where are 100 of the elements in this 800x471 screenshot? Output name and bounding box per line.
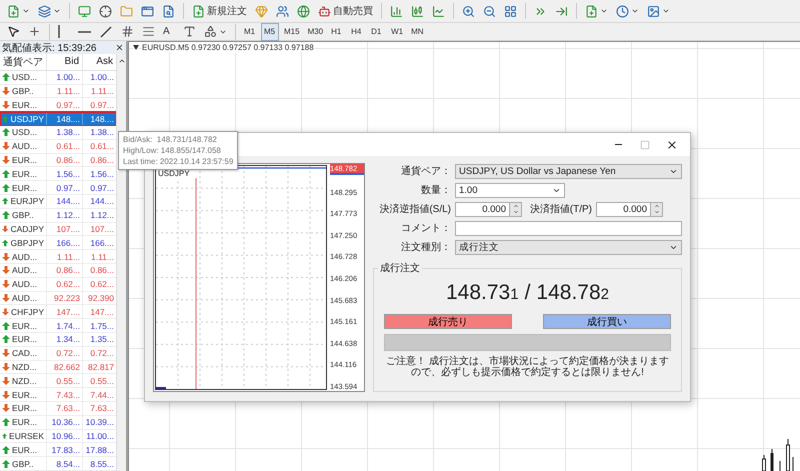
line-chart-icon (432, 4, 445, 18)
symbol-row[interactable]: CHFJPY 147.... 147.... (0, 305, 116, 320)
table-cell: 0.86... (47, 154, 83, 166)
timeframe-button[interactable]: D1 (368, 22, 386, 40)
symbol-row[interactable]: GBP.. 8.54... 8.55... (0, 457, 116, 471)
field-label: 決済逆指値(S/L) (378, 202, 451, 216)
auto-trading-button[interactable]: 自動売買 (315, 2, 376, 20)
table-cell: 92.223 (47, 292, 83, 304)
group-title: 成行注文 (379, 262, 421, 275)
shapes-icon (204, 25, 217, 38)
symbol-row[interactable]: AUD... 0.61... 0.61... (0, 140, 116, 154)
symbol-row[interactable]: USD... 1.38... 1.38... (0, 126, 116, 140)
symbol-row[interactable]: EUR... 1.74... 1.75... (0, 319, 116, 334)
take-profit-field[interactable]: 0.000 (596, 202, 651, 216)
symbol-row[interactable]: AUD... 0.86... 0.86... (0, 264, 116, 278)
symbol-row[interactable]: AUD... 0.62... 0.62... (0, 278, 116, 292)
symbol-row[interactable]: EUR... 10.36... 10.39... (0, 416, 116, 430)
symbol-name: EURSEK (9, 431, 44, 441)
symbol-row[interactable]: NZD... 0.55... 0.55... (0, 374, 116, 388)
symbol-row[interactable]: EUR... 17.83... 17.88... (0, 443, 116, 458)
symbol-row[interactable]: EUR... 7.63... 7.63... (0, 402, 116, 416)
table-cell: 1.34... (47, 333, 83, 346)
symbol-row[interactable]: CADJPY 107.... 107.... (0, 222, 116, 236)
timeframe-button[interactable]: MN (408, 22, 427, 40)
symbol-select[interactable]: USDJPY, US Dollar vs Japanese Yen (455, 164, 682, 178)
caret-icon (53, 7, 61, 15)
spin-button[interactable] (510, 202, 522, 216)
stop-loss-field[interactable]: 0.000 (455, 202, 510, 216)
symbol-row[interactable]: GBP.. 1.11... 1.11... (0, 84, 116, 98)
symbol-name: EUR... (12, 390, 38, 400)
symbol-row[interactable]: GBPJPY 166.... 166.... (0, 236, 116, 250)
tile-icon (504, 4, 517, 18)
symbol-row[interactable]: NZD... 82.662 82.817 (0, 360, 116, 374)
symbol-row[interactable]: EUR... 1.56... 1.56... (0, 167, 116, 182)
order-type-select[interactable]: 成行注文 (455, 240, 682, 254)
symbol-name: AUD... (12, 252, 38, 262)
label-icon (183, 25, 196, 38)
table-cell: 1.11... (47, 84, 83, 98)
table-cell: 1.56... (47, 167, 83, 180)
sell-button[interactable]: 成行売り (384, 314, 512, 329)
close-icon[interactable] (666, 138, 678, 150)
cursor-icon (7, 25, 20, 38)
buy-button[interactable]: 成行買い (543, 314, 671, 329)
symbol-name: USD... (12, 127, 38, 138)
crosshair-icon (99, 4, 112, 18)
field-label: 通貨ペア： (400, 164, 451, 178)
column-header[interactable]: 通貨ペア (0, 54, 47, 70)
table-cell: 7.43... (47, 388, 83, 402)
symbol-row[interactable]: AUD... 92.223 92.390 (0, 292, 116, 306)
caret-icon (662, 7, 670, 15)
dropdown-triangle-icon[interactable] (133, 45, 139, 50)
symbol-name: EUR... (12, 182, 38, 193)
symbol-row[interactable]: EURSEK 10.96... 11.00... (0, 430, 116, 444)
down-arrow-icon (2, 225, 8, 234)
timeframe-button[interactable]: W1 (388, 22, 406, 40)
ask-price: 148.782 (536, 281, 609, 305)
symbol-row[interactable]: CAD... 0.72... 0.72... (0, 346, 116, 361)
timeframe-button[interactable]: M5 (261, 22, 279, 40)
volume-combo[interactable]: 1.00 (455, 182, 565, 198)
caret-icon (631, 7, 639, 15)
symbol-name: EURJPY (10, 196, 44, 206)
table-cell: 0.61... (47, 140, 83, 153)
scroll-up-icon[interactable] (118, 57, 126, 65)
table-cell: 0.86... (47, 264, 83, 277)
up-chevron-icon (512, 203, 518, 209)
symbol-row[interactable]: EURJPY 144.... 144.... (0, 195, 116, 209)
close-icon[interactable] (115, 43, 124, 52)
table-cell: 0.97... (47, 181, 83, 194)
symbol-row[interactable]: EUR... 0.97... 0.97... (0, 181, 116, 196)
warning-note: ご注意！ 成行注文は、市場状況によって約定価格が決まりますので、必ずしも提示価格で約定するとは限りません! (385, 356, 670, 378)
symbol-row[interactable]: AUD... 1.11... 1.11... (0, 250, 116, 264)
table-cell: 1.12... (47, 208, 83, 222)
symbol-name: EUR... (12, 320, 38, 331)
timeframe-button[interactable]: M1 (241, 22, 259, 40)
new-order-button[interactable]: 新規注文 (189, 2, 250, 20)
symbol-row[interactable]: USD... 1.00... 1.00... (0, 70, 116, 85)
timeframe-button[interactable]: M15 (281, 22, 303, 40)
comment-field[interactable] (455, 220, 682, 236)
symbol-name: NZD... (12, 376, 37, 386)
table-cell: 166.... (47, 236, 83, 250)
field-label: 注文種別： (400, 240, 451, 254)
symbol-row[interactable]: USDJPY 148.... 148.... (0, 112, 116, 126)
text-tool-button[interactable]: A (160, 22, 178, 40)
horizontal-line-icon (78, 30, 91, 32)
symbol-name: AUD... (12, 265, 38, 276)
spin-button[interactable] (651, 202, 663, 216)
symbol-name: EUR... (12, 403, 38, 414)
symbol-row[interactable]: EUR... 7.43... 7.44... (0, 388, 116, 402)
symbol-row[interactable]: EUR... 1.34... 1.35... (0, 333, 116, 347)
symbol-name: CADJPY (10, 224, 44, 234)
timeframe-button[interactable]: M30 (304, 22, 326, 40)
symbol-row[interactable]: GBP.. 1.12... 1.12... (0, 208, 116, 223)
community-icon (276, 4, 289, 18)
symbol-row[interactable]: EUR... 0.97... 0.97... (0, 98, 116, 112)
tooltip-line: High/Low: 148.855/147.058 (123, 145, 222, 156)
symbol-row[interactable]: EUR... 0.86... 0.86... (0, 154, 116, 168)
zoom-in-icon (462, 4, 475, 18)
column-header[interactable]: Bid (47, 54, 83, 70)
timeframe-button[interactable]: H4 (348, 22, 366, 40)
timeframe-button[interactable]: H1 (328, 22, 346, 40)
